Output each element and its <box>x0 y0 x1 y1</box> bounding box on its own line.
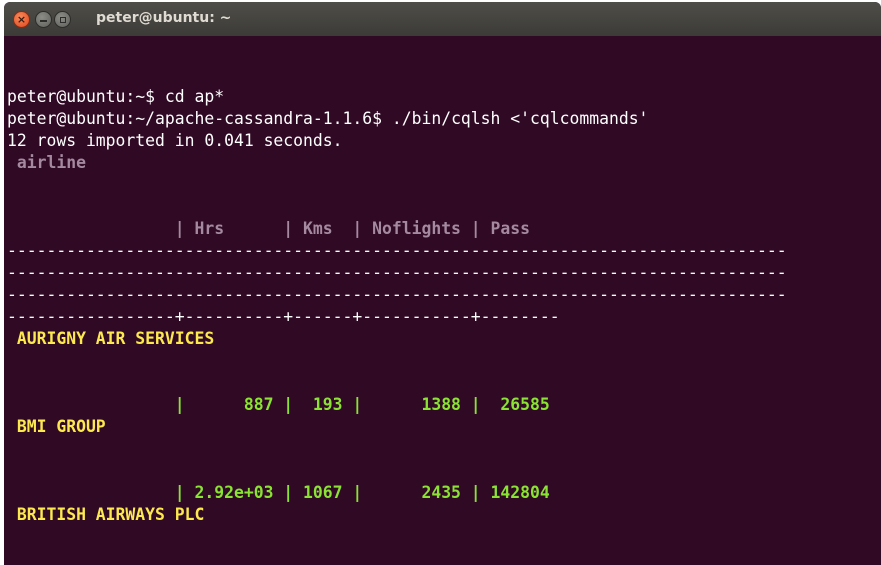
terminal-output[interactable]: peter@ubuntu:~$ cd ap* peter@ubuntu:~/ap… <box>7 86 881 526</box>
airline-name: BRITISH AIRWAYS PLC <box>7 505 205 524</box>
separator-line: ----------------------------------------… <box>7 241 787 260</box>
table-row-values: | 2.92e+03 | 1067 | 2435 | 142804 <box>7 483 550 502</box>
title-bar[interactable]: × peter@ubuntu: ~ <box>4 2 881 36</box>
window-title: peter@ubuntu: ~ <box>96 10 232 26</box>
command-text: ./bin/cqlsh <'cqlcommands' <box>391 109 649 128</box>
column-header-row: | Hrs | Kms | Noflights | Pass <box>7 219 531 238</box>
separator-line: ----------------------------------------… <box>7 263 787 282</box>
column-separator-line: -----------------+----------+------+----… <box>7 307 560 326</box>
maximize-icon <box>59 16 66 23</box>
separator-line: ----------------------------------------… <box>7 285 787 304</box>
terminal-window: × peter@ubuntu: ~ peter@ubuntu:~$ cd ap*… <box>4 2 881 565</box>
import-message: 12 rows imported in 0.041 seconds. <box>7 131 343 150</box>
airline-name: AURIGNY AIR SERVICES <box>7 329 215 348</box>
minimize-window-button[interactable] <box>35 11 52 28</box>
close-icon: × <box>16 13 27 26</box>
command-text: cd ap* <box>164 87 225 106</box>
shell-prompt: peter@ubuntu:~/apache-cassandra-1.1.6$ <box>7 109 392 128</box>
table-name: airline <box>7 153 86 172</box>
command-line-1: peter@ubuntu:~$ cd ap* <box>7 86 881 108</box>
close-window-button[interactable]: × <box>13 11 30 28</box>
table-row-values: | 887 | 193 | 1388 | 26585 <box>7 395 550 414</box>
command-line-2: peter@ubuntu:~/apache-cassandra-1.1.6$ .… <box>7 108 881 130</box>
maximize-window-button[interactable] <box>54 11 71 28</box>
shell-prompt: peter@ubuntu:~$ <box>7 87 165 106</box>
minimize-icon <box>40 20 47 22</box>
airline-name: BMI GROUP <box>7 417 106 436</box>
